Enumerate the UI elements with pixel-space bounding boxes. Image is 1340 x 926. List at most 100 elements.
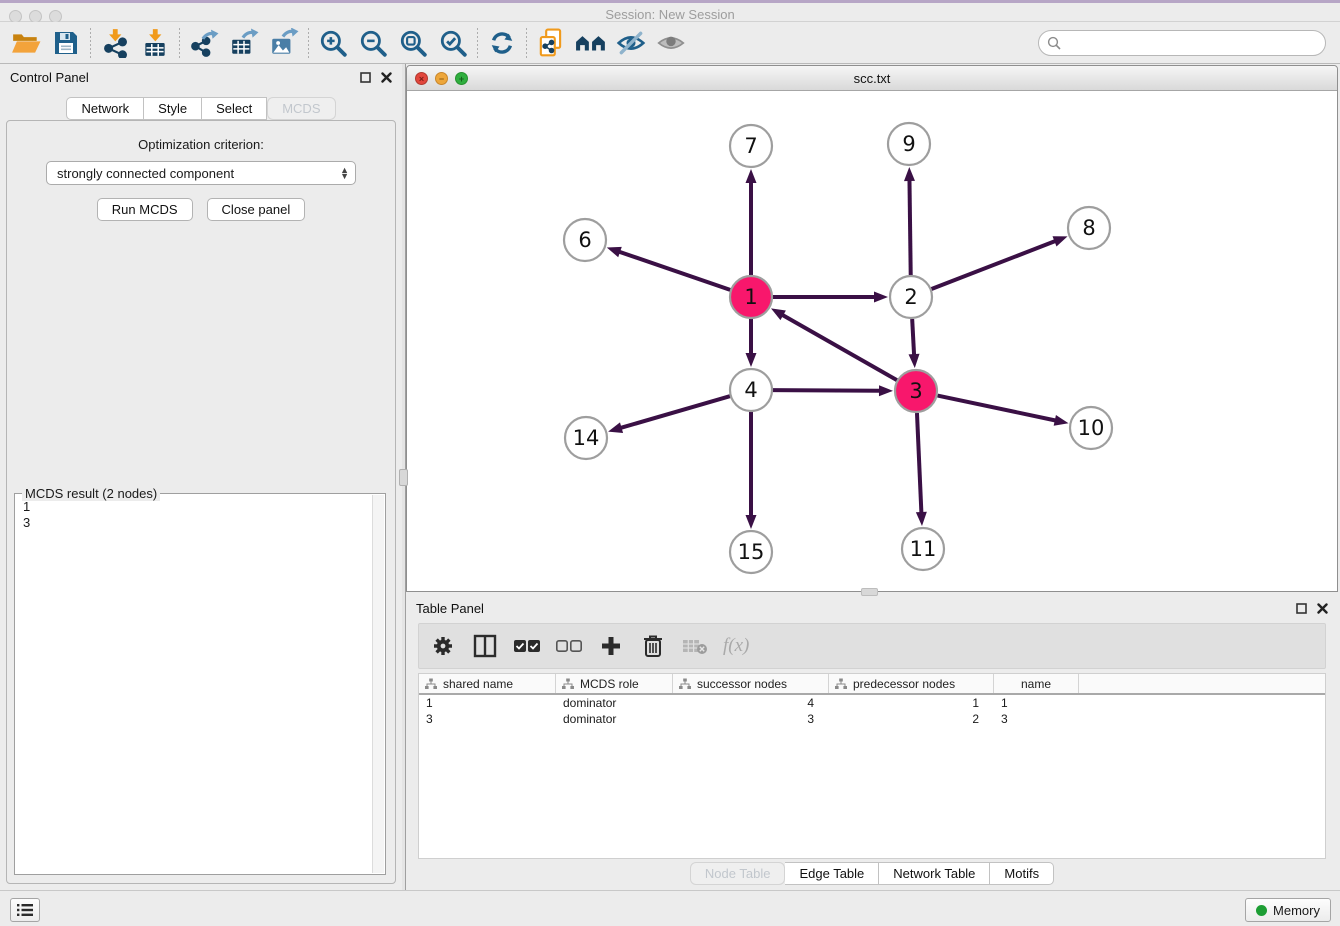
tab-node-table[interactable]: Node Table: [690, 862, 786, 885]
window-zoom-green-icon[interactable]: +: [455, 72, 468, 85]
node-11[interactable]: 11: [902, 528, 944, 570]
tab-mcds[interactable]: MCDS: [267, 97, 335, 120]
table-cell: 1: [829, 696, 994, 710]
tab-style[interactable]: Style: [144, 97, 202, 120]
node-7[interactable]: 7: [730, 125, 772, 167]
float-panel-icon[interactable]: [360, 72, 371, 83]
edge-arrowhead: [608, 422, 623, 433]
node-1[interactable]: 1: [730, 276, 772, 318]
houses-icon[interactable]: [571, 25, 611, 61]
window-close-red-icon[interactable]: ×: [415, 72, 428, 85]
node-15[interactable]: 15: [730, 531, 772, 573]
delete-trash-icon[interactable]: [639, 632, 667, 660]
node-label: 11: [910, 537, 937, 561]
status-bar: Memory: [0, 890, 1340, 926]
node-6[interactable]: 6: [564, 219, 606, 261]
edge-arrowhead: [916, 512, 927, 526]
node-9[interactable]: 9: [888, 123, 930, 165]
create-column-plus-icon[interactable]: [597, 632, 625, 660]
edge-1-6[interactable]: [618, 251, 730, 289]
node-14[interactable]: 14: [565, 417, 607, 459]
zoom-fit-icon[interactable]: [393, 25, 433, 61]
tab-network-table[interactable]: Network Table: [879, 862, 990, 885]
import-network-icon[interactable]: [95, 25, 135, 61]
node-label: 2: [904, 285, 917, 309]
edge-4-14[interactable]: [620, 396, 730, 428]
node-label: 1: [744, 285, 757, 309]
run-mcds-button[interactable]: Run MCDS: [97, 198, 193, 221]
node-table[interactable]: shared nameMCDS rolesuccessor nodesprede…: [418, 673, 1326, 859]
task-history-button[interactable]: [10, 898, 40, 922]
edge-3-1[interactable]: [781, 314, 896, 380]
main-toolbar: [0, 22, 1340, 64]
edge-4-3[interactable]: [773, 390, 881, 391]
save-session-icon[interactable]: [46, 25, 86, 61]
edge-arrowhead: [1053, 236, 1068, 246]
search-input[interactable]: [1066, 33, 1325, 53]
edge-3-11[interactable]: [917, 413, 921, 514]
clone-network-icon[interactable]: [531, 25, 571, 61]
tab-motifs[interactable]: Motifs: [990, 862, 1054, 885]
zoom-out-icon[interactable]: [353, 25, 393, 61]
column-header-name[interactable]: name: [994, 674, 1079, 693]
edge-2-3[interactable]: [912, 319, 914, 356]
search-field[interactable]: [1038, 30, 1326, 56]
close-panel-button[interactable]: Close panel: [207, 198, 306, 221]
float-table-panel-icon[interactable]: [1296, 603, 1307, 614]
edge-2-8[interactable]: [932, 241, 1057, 289]
edge-2-9[interactable]: [909, 179, 910, 275]
table-panel-tabs: Node TableEdge TableNetwork TableMotifs: [406, 862, 1338, 885]
zoom-in-icon[interactable]: [313, 25, 353, 61]
tab-edge-table[interactable]: Edge Table: [785, 862, 879, 885]
open-session-icon[interactable]: [6, 25, 46, 61]
node-10[interactable]: 10: [1070, 407, 1112, 449]
window-minimize-yellow-icon[interactable]: −: [435, 72, 448, 85]
list-icon: [17, 903, 33, 917]
edge-3-10[interactable]: [938, 396, 1057, 421]
table-row[interactable]: 3dominator323: [419, 711, 1325, 727]
column-header-predecessor-nodes[interactable]: predecessor nodes: [829, 674, 994, 693]
export-image-icon[interactable]: [264, 25, 304, 61]
optimization-criterion-select[interactable]: strongly connected component ▲▼: [46, 161, 356, 185]
zoom-selected-icon[interactable]: [433, 25, 473, 61]
mcds-result-item: 3: [23, 515, 372, 531]
node-table-header: shared nameMCDS rolesuccessor nodesprede…: [419, 674, 1325, 695]
table-cell: 3: [673, 712, 829, 726]
hide-selected-eye-slash-icon[interactable]: [611, 25, 651, 61]
vertical-splitter-handle[interactable]: [399, 469, 408, 486]
table-row[interactable]: 1dominator411: [419, 695, 1325, 711]
network-canvas[interactable]: 7 9 6 8 1 2 4 3 14 10 15 11: [407, 91, 1337, 591]
table-cell: 1: [419, 696, 556, 710]
tab-network[interactable]: Network: [66, 97, 144, 120]
select-all-checkboxes-icon[interactable]: [513, 632, 541, 660]
memory-button[interactable]: Memory: [1245, 898, 1331, 922]
result-scrollbar[interactable]: [372, 495, 384, 873]
select-chevrons-icon: ▲▼: [340, 167, 349, 179]
node-8[interactable]: 8: [1068, 207, 1110, 249]
table-cell: 3: [994, 712, 1079, 726]
delete-table-disabled-icon: [681, 632, 709, 660]
table-cell: dominator: [556, 696, 673, 710]
close-table-panel-icon[interactable]: [1317, 603, 1328, 614]
show-all-eye-icon[interactable]: [651, 25, 691, 61]
node-2[interactable]: 2: [890, 276, 932, 318]
column-header-successor-nodes[interactable]: successor nodes: [673, 674, 829, 693]
node-4[interactable]: 4: [730, 369, 772, 411]
node-3[interactable]: 3: [895, 370, 937, 412]
close-panel-icon[interactable]: [381, 72, 392, 83]
table-settings-gear-icon[interactable]: [429, 632, 457, 660]
edge-arrowhead: [746, 515, 757, 529]
export-table-icon[interactable]: [224, 25, 264, 61]
network-window-titlebar[interactable]: × − + scc.txt: [407, 66, 1337, 91]
tab-select[interactable]: Select: [202, 97, 267, 120]
column-header-MCDS-role[interactable]: MCDS role: [556, 674, 673, 693]
mcds-result-item: 1: [23, 499, 372, 515]
apply-layout-icon[interactable]: [482, 25, 522, 61]
column-header-shared-name[interactable]: shared name: [419, 674, 556, 693]
import-table-icon[interactable]: [135, 25, 175, 61]
node-label: 9: [902, 132, 915, 156]
horizontal-splitter-handle[interactable]: [861, 588, 878, 596]
export-network-icon[interactable]: [184, 25, 224, 61]
split-columns-icon[interactable]: [471, 632, 499, 660]
deselect-all-checkboxes-icon[interactable]: [555, 632, 583, 660]
